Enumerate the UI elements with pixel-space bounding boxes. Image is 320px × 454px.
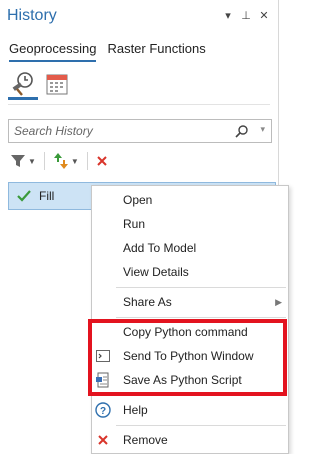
toolbar-separator bbox=[43, 152, 45, 170]
remove-icon bbox=[94, 431, 112, 449]
tab-geoprocessing[interactable]: Geoprocessing bbox=[9, 41, 97, 62]
calendar-icon bbox=[46, 74, 68, 95]
view-switcher bbox=[8, 68, 72, 100]
toolbar-separator bbox=[86, 152, 88, 170]
close-icon[interactable]: ✕ bbox=[258, 9, 270, 22]
pane-title-tools: ▾ ⊥ ✕ bbox=[222, 9, 270, 22]
search-icon[interactable] bbox=[235, 124, 249, 138]
calendar-view-button[interactable] bbox=[42, 68, 72, 100]
filter-icon bbox=[11, 155, 25, 167]
filter-button[interactable]: ▼ bbox=[8, 151, 38, 171]
svg-text:?: ? bbox=[100, 406, 106, 417]
pin-icon[interactable]: ⊥ bbox=[240, 9, 252, 22]
help-icon: ? bbox=[94, 401, 112, 419]
history-view-button[interactable] bbox=[8, 68, 38, 100]
search-box: ▾ bbox=[8, 119, 272, 143]
divider bbox=[8, 104, 270, 105]
sort-icon bbox=[53, 153, 68, 169]
search-options-icon[interactable]: ▾ bbox=[260, 124, 265, 135]
menu-item-view-details[interactable]: View Details bbox=[92, 261, 288, 283]
search-input[interactable] bbox=[9, 120, 229, 142]
submenu-arrow-icon: ▶ bbox=[275, 296, 282, 307]
menu-separator bbox=[116, 425, 286, 426]
menu-item-share-as[interactable]: Share As ▶ bbox=[92, 291, 288, 313]
clear-history-button[interactable] bbox=[94, 153, 110, 169]
menu-item-add-to-model[interactable]: Add To Model bbox=[92, 237, 288, 259]
checkmark-icon bbox=[17, 190, 31, 202]
pane-title: History bbox=[7, 7, 57, 24]
pane-options-icon[interactable]: ▾ bbox=[222, 9, 234, 22]
menu-separator bbox=[116, 287, 286, 288]
sort-dropdown-icon: ▼ bbox=[70, 156, 79, 166]
sort-button[interactable]: ▼ bbox=[51, 150, 81, 172]
menu-separator bbox=[116, 317, 286, 318]
tab-bar: Geoprocessing Raster Functions bbox=[9, 41, 206, 62]
menu-item-help[interactable]: ? Help bbox=[92, 399, 288, 421]
menu-item-open[interactable]: Open bbox=[92, 189, 288, 211]
history-hammer-icon bbox=[12, 71, 33, 96]
filter-dropdown-icon: ▼ bbox=[28, 156, 36, 166]
menu-item-run[interactable]: Run bbox=[92, 213, 288, 235]
tab-raster-functions[interactable]: Raster Functions bbox=[107, 41, 205, 62]
highlight-box bbox=[88, 319, 287, 396]
menu-item-remove[interactable]: Remove bbox=[92, 429, 288, 451]
delete-icon bbox=[97, 156, 107, 166]
history-toolbar: ▼ ▼ bbox=[8, 148, 272, 174]
history-item-label: Fill bbox=[39, 189, 55, 203]
